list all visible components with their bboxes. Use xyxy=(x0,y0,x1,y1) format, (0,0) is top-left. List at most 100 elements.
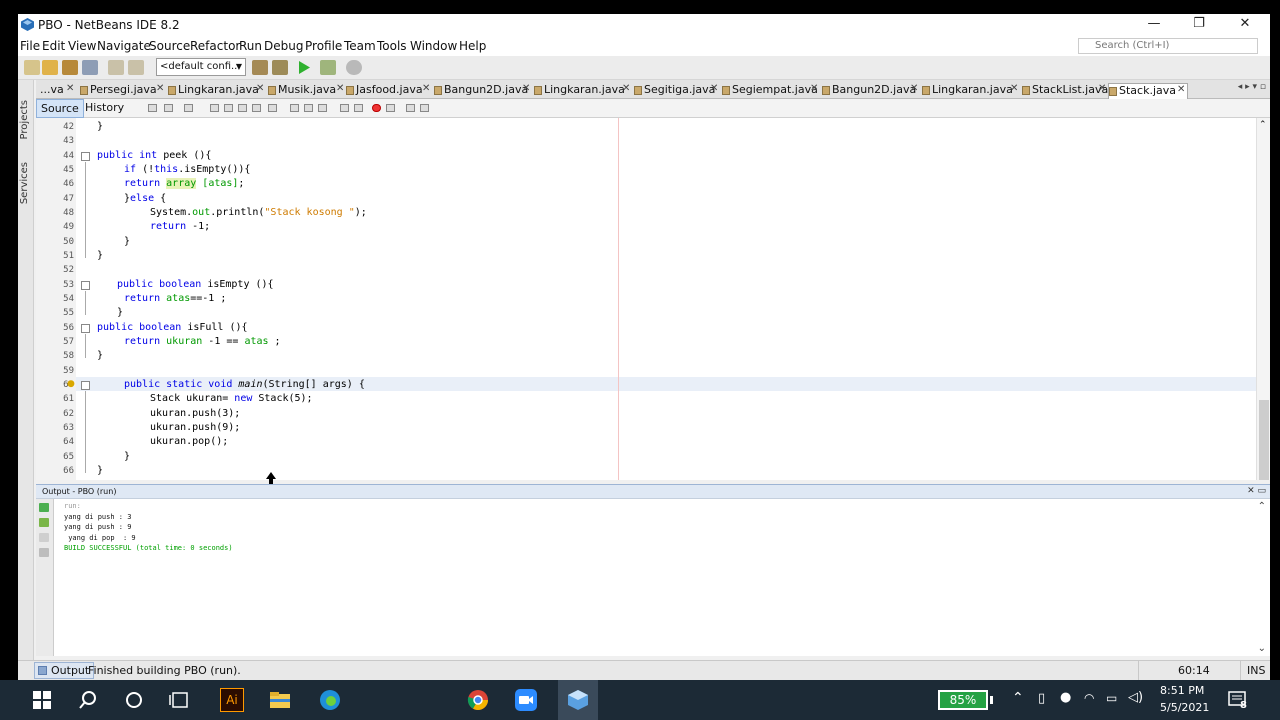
menu-run[interactable]: Run xyxy=(239,39,262,53)
tab-file[interactable]: Lingkaran.java ✕ xyxy=(534,83,630,99)
code-editor[interactable]: 42 43 44 45 46 47 48 49 50 51 52 53 54 5… xyxy=(36,118,1270,480)
open-project-icon[interactable] xyxy=(62,60,78,75)
close-icon[interactable]: ✕ xyxy=(156,83,164,94)
menu-edit[interactable]: Edit xyxy=(42,39,65,53)
settings-icon[interactable] xyxy=(39,548,49,557)
menu-refactor[interactable]: Refactor xyxy=(190,39,240,53)
volume-icon[interactable]: ◁) xyxy=(1128,690,1143,705)
projects-tab[interactable]: Projects xyxy=(19,100,30,139)
forward-icon[interactable] xyxy=(164,104,173,112)
menu-tools[interactable]: Tools xyxy=(377,39,407,53)
source-tab[interactable]: Source xyxy=(36,99,84,118)
menu-source[interactable]: Source xyxy=(149,39,190,53)
menu-help[interactable]: Help xyxy=(459,39,486,53)
stop-macro-icon[interactable] xyxy=(386,104,395,112)
cortana-icon[interactable] xyxy=(122,688,146,712)
tab-file[interactable]: Bangun2D.java ✕ xyxy=(434,83,530,99)
battery-indicator[interactable]: 85% xyxy=(938,690,988,710)
menu-view[interactable]: View xyxy=(68,39,96,53)
start-macro-icon[interactable] xyxy=(372,104,381,112)
tab-file[interactable]: Persegi.java ✕ xyxy=(80,83,164,99)
tab-file[interactable]: ...va ✕ xyxy=(40,83,74,99)
debug-icon[interactable] xyxy=(320,60,336,75)
history-tab[interactable]: History xyxy=(81,99,128,118)
uncomment-icon[interactable] xyxy=(420,104,429,112)
fold-toggle-icon[interactable] xyxy=(81,381,90,390)
shift-left-icon[interactable] xyxy=(340,104,349,112)
toggle-bookmark-icon[interactable] xyxy=(318,104,327,112)
undo-icon[interactable] xyxy=(108,60,124,75)
comment-icon[interactable] xyxy=(406,104,415,112)
wifi-icon[interactable]: ◠ xyxy=(1084,691,1094,705)
tab-file[interactable]: Lingkaran.java ✕ xyxy=(168,83,264,99)
close-button[interactable]: ✕ xyxy=(1232,16,1258,31)
tab-file[interactable]: Bangun2D.java ✕ xyxy=(822,83,918,99)
last-edit-icon[interactable] xyxy=(184,104,193,112)
menu-file[interactable]: File xyxy=(20,39,40,53)
show-hidden-icons-icon[interactable]: ⌃ xyxy=(1012,690,1024,706)
shift-right-icon[interactable] xyxy=(354,104,363,112)
new-file-icon[interactable] xyxy=(24,60,40,75)
back-icon[interactable] xyxy=(148,104,157,112)
configuration-select[interactable]: <default confi... ▼ xyxy=(156,58,246,76)
close-icon[interactable]: ✕ xyxy=(522,83,530,94)
file-explorer-icon[interactable] xyxy=(268,688,292,712)
edge-browser-icon[interactable] xyxy=(318,688,342,712)
lightbulb-hint-icon[interactable]: ● xyxy=(67,379,75,389)
menu-window[interactable]: Window xyxy=(410,39,457,53)
tab-scroll-controls-icon[interactable]: ◂ ▸ ▾ ▫ xyxy=(1238,82,1266,92)
find-icon[interactable] xyxy=(210,104,219,112)
clock-date[interactable]: 5/5/2021 xyxy=(1160,701,1209,714)
device-icon[interactable]: ▯ xyxy=(1038,691,1045,706)
editor-scrollbar[interactable]: ⌃ xyxy=(1256,118,1270,480)
chrome-browser-icon[interactable] xyxy=(466,688,490,712)
close-icon[interactable]: ✕ xyxy=(1177,84,1185,95)
battery-icon[interactable]: ▭ xyxy=(1106,691,1117,705)
tab-file[interactable]: Musik.java ✕ xyxy=(268,83,344,99)
rerun-with-params-icon[interactable] xyxy=(39,518,49,527)
close-icon[interactable]: ✕ ▭ xyxy=(1247,486,1266,496)
tab-file[interactable]: Segitiga.java ✕ xyxy=(634,83,718,99)
scroll-up-icon[interactable]: ⌃ xyxy=(1258,501,1266,512)
previous-bookmark-icon[interactable] xyxy=(290,104,299,112)
netbeans-taskbar-item[interactable] xyxy=(558,680,598,720)
rerun-icon[interactable] xyxy=(39,503,49,512)
menu-team[interactable]: Team xyxy=(344,39,376,53)
close-icon[interactable]: ✕ xyxy=(1098,83,1106,94)
close-icon[interactable]: ✕ xyxy=(336,83,344,94)
tab-file[interactable]: StackList.java ✕ xyxy=(1022,83,1108,99)
search-input[interactable]: Search (Ctrl+I) xyxy=(1078,38,1258,54)
search-icon[interactable] xyxy=(76,688,100,712)
save-all-icon[interactable] xyxy=(82,60,98,75)
close-icon[interactable]: ✕ xyxy=(622,83,630,94)
new-project-icon[interactable] xyxy=(42,60,58,75)
services-tab[interactable]: Services xyxy=(19,162,30,204)
clean-build-icon[interactable] xyxy=(272,60,288,75)
output-console[interactable]: run: yang di push : 3 yang di push : 9 y… xyxy=(54,499,1270,656)
toggle-highlight-icon[interactable] xyxy=(252,104,261,112)
output-window-tab[interactable]: Output xyxy=(34,662,95,679)
fold-toggle-icon[interactable] xyxy=(81,281,90,290)
microphone-icon[interactable]: ● xyxy=(1060,690,1071,705)
tab-file-active[interactable]: Stack.java ✕ xyxy=(1108,83,1188,99)
fold-toggle-icon[interactable] xyxy=(81,324,90,333)
zoom-app-icon[interactable] xyxy=(514,688,538,712)
tab-file[interactable]: Segiempat.java ✕ xyxy=(722,83,818,99)
menu-debug[interactable]: Debug xyxy=(264,39,303,53)
stop-icon[interactable] xyxy=(39,533,49,542)
toggle-selection-icon[interactable] xyxy=(268,104,277,112)
clock-time[interactable]: 8:51 PM xyxy=(1160,684,1204,697)
close-icon[interactable]: ✕ xyxy=(422,83,430,94)
profile-icon[interactable] xyxy=(346,60,362,75)
close-icon[interactable]: ✕ xyxy=(810,83,818,94)
illustrator-icon[interactable]: Ai xyxy=(220,688,244,712)
tab-file[interactable]: Lingkaran.java ✕ xyxy=(922,83,1018,99)
build-icon[interactable] xyxy=(252,60,268,75)
scroll-up-icon[interactable]: ⌃ xyxy=(1259,120,1267,130)
scroll-down-icon[interactable]: ⌄ xyxy=(1258,643,1266,654)
next-bookmark-icon[interactable] xyxy=(304,104,313,112)
tab-file[interactable]: Jasfood.java ✕ xyxy=(346,83,430,99)
find-next-icon[interactable] xyxy=(238,104,247,112)
windows-start-icon[interactable] xyxy=(30,688,54,712)
close-icon[interactable]: ✕ xyxy=(710,83,718,94)
